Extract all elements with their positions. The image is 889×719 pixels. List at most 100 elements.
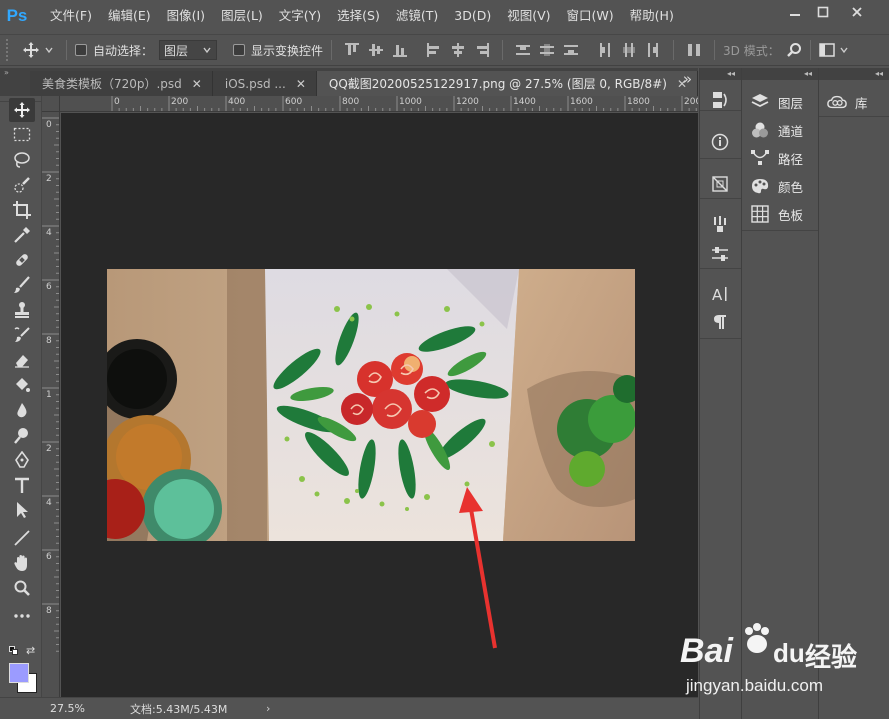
auto-select-checkbox[interactable] [75, 44, 87, 56]
menu-window[interactable]: 窗口(W) [559, 0, 622, 32]
paths-panel-button[interactable]: 路径 [750, 146, 803, 170]
menu-view[interactable]: 视图(V) [499, 0, 558, 32]
close-window-button[interactable] [842, 0, 872, 24]
color-label: 颜色 [778, 179, 804, 195]
libraries-panel-button[interactable]: 库 [827, 90, 868, 114]
options-bar-grip[interactable] [6, 39, 14, 61]
align-bottom-icon[interactable] [392, 42, 408, 58]
path-selection-tool[interactable] [9, 498, 35, 522]
droplet-icon [17, 403, 27, 418]
navigator-panel-button[interactable] [708, 172, 732, 196]
menu-3d[interactable]: 3D(D) [446, 0, 499, 32]
separator [66, 40, 67, 60]
eyedropper-tool[interactable] [9, 223, 35, 247]
brush-tool[interactable] [9, 273, 35, 297]
distribute-hcenter-icon[interactable] [621, 42, 637, 58]
tab-qq-screenshot[interactable]: QQ截图20200525122917.png @ 27.5% (图层 0, RG… [316, 71, 698, 96]
align-left-icon[interactable] [426, 42, 442, 58]
hand-tool[interactable] [9, 551, 35, 575]
tabs-overflow-button[interactable]: » [683, 70, 692, 88]
auto-select-dropdown[interactable]: 图层 [159, 40, 218, 60]
tab-ios[interactable]: iOS.psd ... ✕ [212, 71, 317, 96]
baidu-jingyan-watermark: Bai du 经验 jingyan.baidu.com [680, 620, 880, 700]
menu-help[interactable]: 帮助(H) [622, 0, 682, 32]
distribute-right-icon[interactable] [645, 42, 661, 58]
move-tool-preset[interactable] [22, 41, 58, 59]
document-canvas[interactable] [61, 113, 698, 699]
info-panel-button[interactable] [708, 130, 732, 154]
color-panel-button[interactable]: 颜色 [750, 174, 803, 198]
status-menu-arrow[interactable]: › [266, 702, 270, 715]
eraser-tool[interactable] [9, 348, 35, 372]
dock-collapse-bar[interactable]: ◂◂ [742, 68, 818, 80]
move-icon [14, 102, 30, 118]
library-collapse-bar[interactable]: ◂◂ [819, 68, 889, 80]
menu-type[interactable]: 文字(Y) [271, 0, 329, 32]
history-brush-tool[interactable] [9, 323, 35, 347]
marquee-tool[interactable] [9, 123, 35, 147]
default-colors-icon[interactable] [9, 646, 19, 656]
layers-panel-button[interactable]: 图层 [750, 90, 803, 114]
menu-layer[interactable]: 图层(L) [213, 0, 271, 32]
brushes-panel-button[interactable] [708, 212, 732, 236]
auto-align-layers-icon[interactable] [686, 42, 702, 58]
adjustments-panel-button[interactable] [708, 242, 732, 266]
menu-filter[interactable]: 滤镜(T) [388, 0, 446, 32]
menu-bar: Ps 文件(F) 编辑(E) 图像(I) 图层(L) 文字(Y) 选择(S) 滤… [0, 0, 889, 32]
menu-image[interactable]: 图像(I) [159, 0, 213, 32]
auto-select-label: 自动选择： [93, 43, 154, 58]
menu-select[interactable]: 选择(S) [329, 0, 388, 32]
clone-stamp-tool[interactable] [9, 298, 35, 322]
pen-icon [15, 451, 29, 468]
line-tool[interactable] [9, 526, 35, 550]
align-hcenter-icon[interactable] [450, 42, 466, 58]
zoom-tool[interactable] [9, 576, 35, 600]
swap-colors-icon[interactable]: ⇄ [26, 644, 35, 657]
workspace-switcher[interactable] [818, 43, 849, 57]
ruler-label: 4 [46, 228, 52, 238]
zoom-level[interactable]: 27.5% [50, 702, 98, 715]
healing-brush-tool[interactable] [9, 248, 35, 272]
align-vcenter-icon[interactable] [368, 42, 384, 58]
menu-edit[interactable]: 编辑(E) [100, 0, 159, 32]
tab-label: iOS.psd ... [224, 76, 286, 91]
history-panel-button[interactable] [708, 88, 732, 112]
channels-panel-button[interactable]: 通道 [750, 118, 803, 142]
align-right-icon[interactable] [474, 42, 490, 58]
blur-tool[interactable] [9, 398, 35, 422]
paint-bucket-tool[interactable] [9, 373, 35, 397]
distribute-bottom-icon[interactable] [563, 42, 579, 58]
search-icon[interactable] [786, 42, 802, 58]
panel-collapse-arrows[interactable]: » [4, 68, 9, 77]
ruler-origin[interactable] [42, 96, 60, 112]
maximize-button[interactable] [808, 0, 838, 24]
minimize-button[interactable] [780, 0, 810, 24]
distribute-top-icon[interactable] [515, 42, 531, 58]
photoshop-logo: Ps [6, 6, 28, 25]
more-tools-button[interactable] [9, 604, 35, 628]
move-tool[interactable] [9, 98, 35, 122]
crop-tool[interactable] [9, 198, 35, 222]
close-tab-icon[interactable]: ✕ [296, 77, 306, 91]
close-tab-icon[interactable]: ✕ [192, 77, 202, 91]
distribute-vcenter-icon[interactable] [539, 42, 555, 58]
lasso-tool[interactable] [9, 148, 35, 172]
type-tool[interactable] [9, 473, 35, 497]
tab-food-template[interactable]: 美食类模板（720p）.psd ✕ [29, 71, 213, 96]
show-transform-checkbox[interactable] [233, 44, 246, 56]
align-top-icon[interactable] [344, 42, 360, 58]
distribute-left-icon[interactable] [597, 42, 613, 58]
pen-tool[interactable] [9, 448, 35, 472]
paragraph-panel-button[interactable] [708, 310, 732, 334]
swatches-panel-button[interactable]: 色板 [750, 202, 803, 226]
menu-file[interactable]: 文件(F) [42, 0, 100, 32]
document-image[interactable] [107, 269, 635, 541]
creative-cloud-icon [827, 95, 847, 109]
auto-select-value: 图层 [164, 43, 189, 58]
dodge-tool[interactable] [9, 423, 35, 447]
foreground-color-swatch[interactable] [9, 663, 29, 683]
character-panel-button[interactable]: A [708, 282, 732, 306]
strip-collapse-bar[interactable]: ◂◂ [700, 68, 741, 80]
quick-selection-tool[interactable] [9, 173, 35, 197]
maximize-icon [817, 6, 829, 18]
